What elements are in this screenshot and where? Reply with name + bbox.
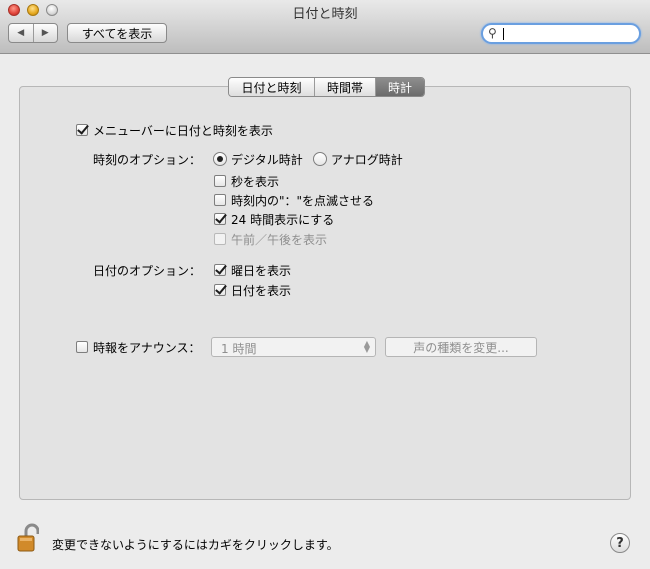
show-in-menubar-checkbox[interactable] [76,124,88,136]
forward-button[interactable]: ▶ [32,24,58,42]
show-date-checkbox[interactable] [214,284,226,296]
lock-icon[interactable] [17,523,40,553]
analog-clock-label: アナログ時計 [331,153,403,167]
digital-clock-radio[interactable] [213,152,227,166]
help-button[interactable]: ? [610,533,630,553]
tab-date-time[interactable]: 日付と時刻 [229,78,314,96]
show-weekday-label: 曜日を表示 [231,264,292,278]
back-forward-buttons: ◀ ▶ [8,23,58,43]
clock-settings-panel [19,86,631,500]
show-weekday-checkbox[interactable] [214,264,226,276]
title-bar: 日付と時刻 ◀ ▶ すべてを表示 ⚲ [0,0,650,54]
window-title: 日付と時刻 [292,7,358,22]
show-seconds-label: 秒を表示 [231,175,280,189]
show-all-button[interactable]: すべてを表示 [67,23,167,43]
text-cursor [503,28,504,40]
tab-time-zone[interactable]: 時間帯 [314,78,375,96]
digital-clock-label: デジタル時計 [231,153,303,167]
date-options-label: 日付のオプション： [93,264,202,278]
show-in-menubar-label: メニューバーに日付と時刻を表示 [93,124,273,138]
show-date-label: 日付を表示 [231,284,292,298]
show-seconds-checkbox[interactable] [214,175,226,187]
search-field[interactable]: ⚲ [481,23,641,44]
tab-bar: 日付と時刻 時間帯 時計 [228,77,425,97]
announce-time-label: 時報をアナウンス： [93,341,201,355]
customize-voice-button: 声の種類を変更... [385,337,537,357]
flash-separators-label: 時刻内の"："を点滅させる [231,194,375,208]
search-icon: ⚲ [488,26,497,40]
use-24-hour-label: 24 時間表示にする [231,213,335,227]
back-button[interactable]: ◀ [9,24,33,42]
announce-interval-select: 1 時間 ▲ ▼ [211,337,376,357]
show-ampm-label: 午前／午後を表示 [231,233,328,247]
show-ampm-checkbox [214,233,226,245]
flash-separators-checkbox[interactable] [214,194,226,206]
tab-clock[interactable]: 時計 [375,78,424,96]
time-options-label: 時刻のオプション： [93,153,202,167]
use-24-hour-checkbox[interactable] [214,213,226,225]
lock-message: 変更できないようにするにはカギをクリックします。 [52,538,339,552]
updown-arrows-icon: ▲ ▼ [363,339,370,354]
analog-clock-radio[interactable] [313,152,327,166]
announce-time-checkbox[interactable] [76,341,88,353]
